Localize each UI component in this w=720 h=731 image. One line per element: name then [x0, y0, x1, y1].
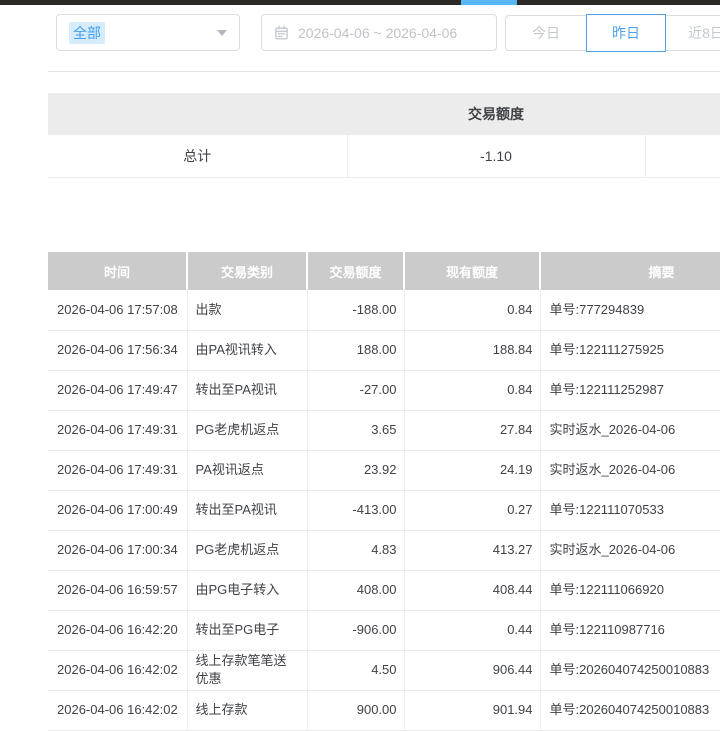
cell-time: 2026-04-06 16:42:02	[48, 690, 187, 730]
category-select[interactable]: 全部	[56, 14, 240, 51]
cell-note: 单号:777294839	[540, 290, 720, 330]
cell-type: 转出至PA视讯	[187, 490, 307, 530]
cell-balance: 413.27	[404, 530, 540, 570]
transactions-tbody: 2026-04-06 17:57:08出款-188.000.84单号:77729…	[48, 290, 720, 730]
quick-range-button[interactable]: 今日	[506, 16, 586, 50]
cell-amount: -906.00	[307, 610, 404, 650]
loading-progress-segment	[461, 0, 517, 5]
cell-amount: 4.83	[307, 530, 404, 570]
cell-note: 单号:202604074250010883	[540, 690, 720, 730]
cell-note: 单号:122110987716	[540, 610, 720, 650]
table-row: 2026-04-06 17:49:47转出至PA视讯-27.000.84单号:1…	[48, 370, 720, 410]
cell-type: PA视讯返点	[187, 450, 307, 490]
date-range-value: 2026-04-06 ~ 2026-04-06	[298, 25, 457, 41]
cell-time: 2026-04-06 17:49:47	[48, 370, 187, 410]
chevron-down-icon	[217, 30, 227, 36]
column-header-balance: 现有额度	[404, 252, 540, 290]
summary-header-amount: 交易额度	[347, 93, 645, 135]
cell-amount: 408.00	[307, 570, 404, 610]
cell-note: 单号:122111070533	[540, 490, 720, 530]
column-header-time: 时间	[48, 252, 187, 290]
cell-balance: 0.27	[404, 490, 540, 530]
cell-amount: -188.00	[307, 290, 404, 330]
cell-amount: 4.50	[307, 650, 404, 690]
column-header-amount: 交易额度	[307, 252, 404, 290]
transactions-header-row: 时间 交易类别 交易额度 现有额度 摘要	[48, 252, 720, 290]
table-row: 2026-04-06 16:59:57由PG电子转入408.00408.44单号…	[48, 570, 720, 610]
date-range-picker[interactable]: 2026-04-06 ~ 2026-04-06	[261, 14, 497, 51]
table-row: 2026-04-06 17:00:34PG老虎机返点4.83413.27实时返水…	[48, 530, 720, 570]
calendar-icon	[274, 25, 289, 40]
quick-range-button[interactable]: 近8日	[666, 16, 720, 50]
column-header-type: 交易类别	[187, 252, 307, 290]
cell-balance: 901.94	[404, 690, 540, 730]
cell-type: 转出至PA视讯	[187, 370, 307, 410]
cell-type: 由PG电子转入	[187, 570, 307, 610]
cell-time: 2026-04-06 16:59:57	[48, 570, 187, 610]
cell-balance: 27.84	[404, 410, 540, 450]
cell-time: 2026-04-06 16:42:20	[48, 610, 187, 650]
summary-table: 交易额度 总计 -1.10	[48, 93, 720, 178]
cell-amount: 188.00	[307, 330, 404, 370]
cell-time: 2026-04-06 17:49:31	[48, 410, 187, 450]
table-row: 2026-04-06 17:57:08出款-188.000.84单号:77729…	[48, 290, 720, 330]
cell-type: 线上存款	[187, 690, 307, 730]
quick-range-group: 今日昨日近8日	[505, 15, 720, 51]
table-row: 2026-04-06 16:42:02线上存款900.00901.94单号:20…	[48, 690, 720, 730]
cell-type: 由PA视讯转入	[187, 330, 307, 370]
filter-divider	[48, 71, 720, 72]
cell-type: PG老虎机返点	[187, 530, 307, 570]
table-row: 2026-04-06 17:00:49转出至PA视讯-413.000.27单号:…	[48, 490, 720, 530]
cell-type: PG老虎机返点	[187, 410, 307, 450]
table-row: 2026-04-06 17:49:31PA视讯返点23.9224.19实时返水_…	[48, 450, 720, 490]
cell-balance: 0.84	[404, 290, 540, 330]
cell-note: 单号:122111066920	[540, 570, 720, 610]
summary-total-value: -1.10	[347, 135, 645, 177]
cell-time: 2026-04-06 17:56:34	[48, 330, 187, 370]
quick-range-button[interactable]: 昨日	[586, 14, 666, 52]
cell-amount: 3.65	[307, 410, 404, 450]
summary-header-clipped	[645, 93, 720, 135]
cell-balance: 24.19	[404, 450, 540, 490]
cell-note: 单号:202604074250010883	[540, 650, 720, 690]
table-row: 2026-04-06 16:42:20转出至PG电子-906.000.44单号:…	[48, 610, 720, 650]
cell-amount: 23.92	[307, 450, 404, 490]
cell-balance: 906.44	[404, 650, 540, 690]
cell-note: 单号:122111275925	[540, 330, 720, 370]
cell-note: 单号:122111252987	[540, 370, 720, 410]
cell-amount: -27.00	[307, 370, 404, 410]
summary-total-row: 总计 -1.10	[48, 135, 720, 177]
cell-time: 2026-04-06 17:00:49	[48, 490, 187, 530]
cell-balance: 408.44	[404, 570, 540, 610]
cell-balance: 188.84	[404, 330, 540, 370]
browser-loading-bar	[0, 0, 720, 5]
transactions-table: 时间 交易类别 交易额度 现有额度 摘要 2026-04-06 17:57:08…	[48, 252, 720, 731]
cell-amount: 900.00	[307, 690, 404, 730]
summary-total-clipped	[645, 135, 720, 177]
cell-time: 2026-04-06 17:49:31	[48, 450, 187, 490]
cell-time: 2026-04-06 17:57:08	[48, 290, 187, 330]
table-row: 2026-04-06 17:56:34由PA视讯转入188.00188.84单号…	[48, 330, 720, 370]
cell-type: 转出至PG电子	[187, 610, 307, 650]
category-select-value: 全部	[69, 22, 105, 44]
cell-type: 线上存款笔笔送优惠	[187, 650, 307, 690]
summary-total-label: 总计	[48, 135, 347, 177]
table-row: 2026-04-06 17:49:31PG老虎机返点3.6527.84实时返水_…	[48, 410, 720, 450]
table-row: 2026-04-06 16:42:02线上存款笔笔送优惠4.50906.44单号…	[48, 650, 720, 690]
cell-type: 出款	[187, 290, 307, 330]
cell-note: 实时返水_2026-04-06	[540, 530, 720, 570]
cell-note: 实时返水_2026-04-06	[540, 410, 720, 450]
summary-header-row: 交易额度	[48, 93, 720, 135]
column-header-note: 摘要	[540, 252, 720, 290]
summary-header-empty	[48, 93, 347, 135]
cell-note: 实时返水_2026-04-06	[540, 450, 720, 490]
cell-balance: 0.84	[404, 370, 540, 410]
cell-time: 2026-04-06 17:00:34	[48, 530, 187, 570]
cell-amount: -413.00	[307, 490, 404, 530]
cell-balance: 0.44	[404, 610, 540, 650]
cell-time: 2026-04-06 16:42:02	[48, 650, 187, 690]
